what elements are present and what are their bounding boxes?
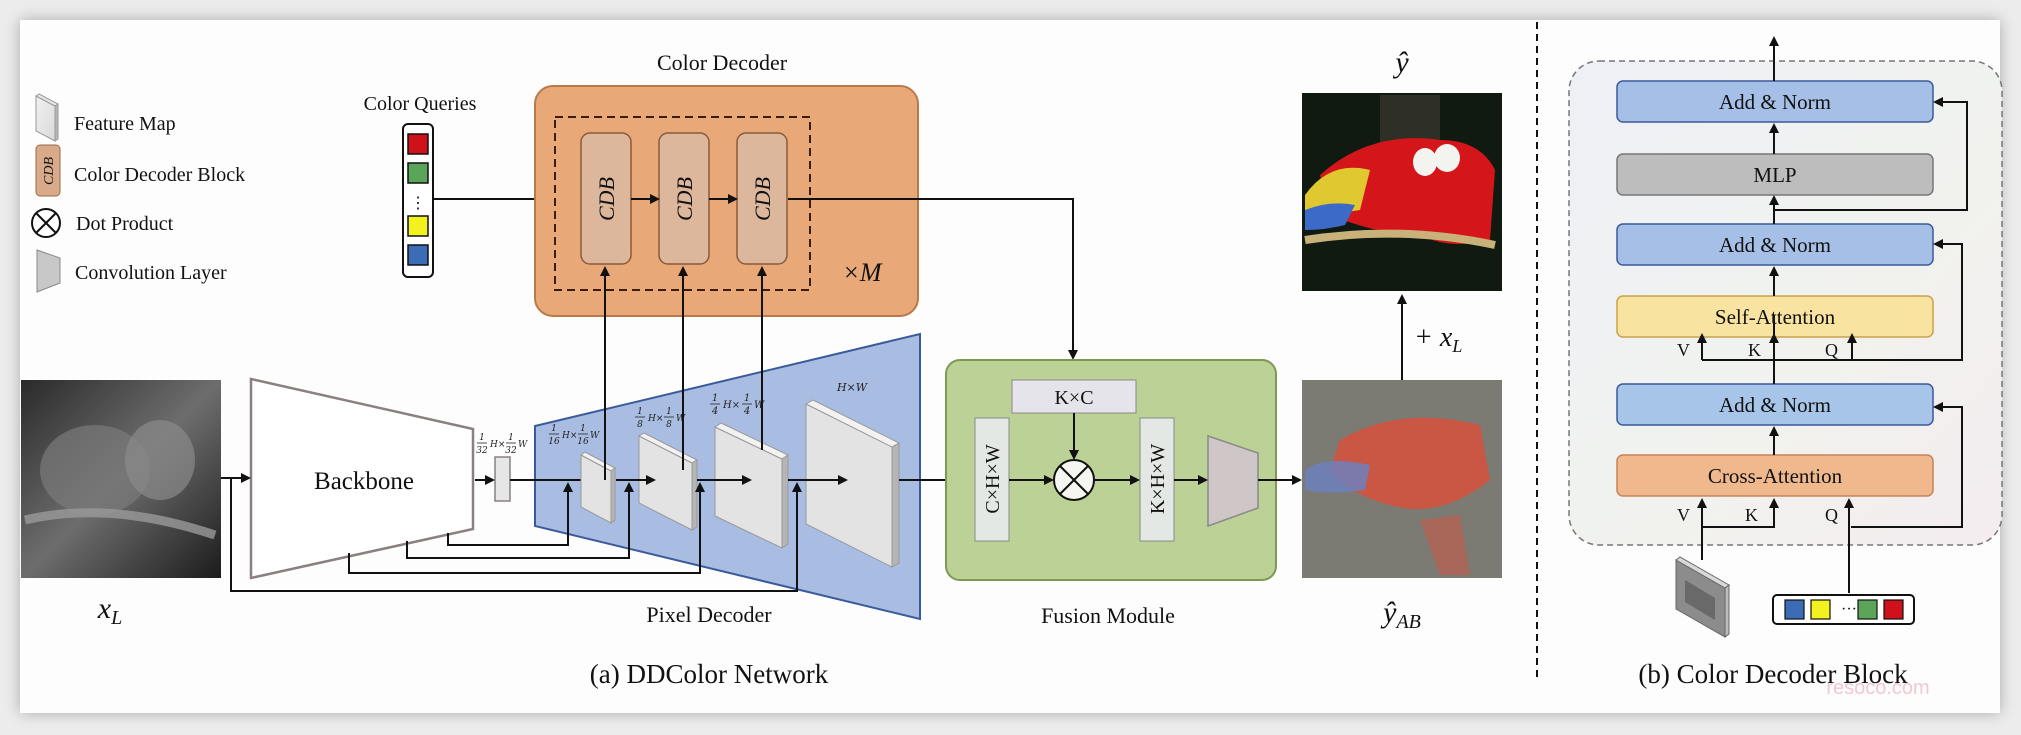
watermark: resoco.com xyxy=(1826,677,1929,699)
cdb-detail-label: MLP xyxy=(1753,163,1796,187)
chw-label: C×H×W xyxy=(982,444,1004,513)
svg-text:4: 4 xyxy=(743,406,750,417)
backbone: Backbone xyxy=(221,377,475,580)
color-query-swatch xyxy=(1883,599,1904,620)
output-y-ab: ŷAB xyxy=(1302,380,1502,633)
svg-text:W: W xyxy=(676,414,686,424)
kc-label: K×C xyxy=(1054,387,1093,409)
color-queries-ellipsis: ⋮ xyxy=(410,195,426,212)
caption-a: (a) DDColor Network xyxy=(590,659,829,689)
plus-xl-label: + xL xyxy=(1414,322,1462,356)
convolution-layer-icon xyxy=(36,249,61,293)
color-queries-row-ellipsis: ··· xyxy=(1841,601,1857,618)
cdb-detail-cross-attention: Cross-Attention xyxy=(1616,454,1934,497)
color-queries-title: Color Queries xyxy=(364,93,477,115)
color-query-swatch xyxy=(1810,599,1831,620)
svg-text:W: W xyxy=(754,400,765,411)
ddcolor-figure: Feature Map CDB Color Decoder Block Dot … xyxy=(21,22,2003,699)
legend-item-cdb: CDB Color Decoder Block xyxy=(35,144,245,197)
cdb-block-label: CDB xyxy=(672,177,697,221)
cdb-block-3: CDB xyxy=(736,132,788,265)
y-hat-label: ŷ xyxy=(1392,46,1409,79)
svg-text:1: 1 xyxy=(637,407,643,417)
cross-attn-k-label: K xyxy=(1745,505,1758,525)
input-image-xl: xL xyxy=(21,380,221,629)
cdb-block-label: CDB xyxy=(750,177,775,221)
repeat-m-label: ×M xyxy=(842,258,883,287)
svg-text:1: 1 xyxy=(508,433,514,443)
cdb-icon-text: CDB xyxy=(42,157,57,185)
svg-text:H×: H× xyxy=(647,414,663,424)
legend: Feature Map CDB Color Decoder Block Dot … xyxy=(31,93,245,293)
color-query-swatch xyxy=(407,162,429,184)
pixel-decoder-label: Pixel Decoder xyxy=(646,602,772,627)
fusion-module-label: Fusion Module xyxy=(1041,603,1175,628)
color-decoder: Color Decoder CDB CDB CDB ×M xyxy=(534,50,1078,360)
legend-label: Dot Product xyxy=(76,213,174,235)
cdb-detail-label: Add & Norm xyxy=(1719,233,1831,257)
svg-text:16: 16 xyxy=(577,437,589,447)
scale-label: 132H×132W xyxy=(476,433,528,456)
color-query-swatch xyxy=(407,244,429,266)
feature-map-1-32 xyxy=(494,456,511,502)
cross-attn-v-label: V xyxy=(1677,505,1690,525)
cdb-detail-label: Self-Attention xyxy=(1715,305,1836,329)
cdb-detail-label: Add & Norm xyxy=(1719,90,1831,114)
khw-label: K×H×W xyxy=(1147,444,1169,514)
output-y-hat: ŷ xyxy=(1302,46,1502,291)
svg-text:1: 1 xyxy=(744,393,750,404)
svg-text:H×: H× xyxy=(722,400,740,411)
svg-text:4: 4 xyxy=(711,406,718,417)
cdb-detail-add-norm-top: Add & Norm xyxy=(1616,80,1934,123)
y-ab-label: ŷAB xyxy=(1380,596,1421,633)
svg-text:16: 16 xyxy=(548,437,560,447)
svg-text:1: 1 xyxy=(580,424,586,434)
input-label: xL xyxy=(97,592,122,629)
legend-label: Color Decoder Block xyxy=(74,164,245,186)
color-query-swatch xyxy=(407,133,429,155)
cdb-detail-label: Cross-Attention xyxy=(1708,464,1843,488)
legend-item-convolution: Convolution Layer xyxy=(36,249,227,293)
svg-text:1: 1 xyxy=(712,393,718,404)
legend-item-feature-map: Feature Map xyxy=(35,93,176,142)
cdb-block-2: CDB xyxy=(658,132,710,265)
feature-map-icon xyxy=(35,93,59,142)
svg-text:H×: H× xyxy=(561,431,577,441)
fusion-module: K×C C×H×W K×H×W Fusion Module xyxy=(945,359,1302,628)
cdb-detail-mlp: MLP xyxy=(1616,153,1934,196)
legend-label: Feature Map xyxy=(74,113,176,135)
self-attn-v-label: V xyxy=(1677,340,1690,360)
self-attn-q-label: Q xyxy=(1825,340,1838,360)
color-query-swatch xyxy=(407,215,429,237)
self-attn-k-label: K xyxy=(1748,340,1761,360)
backbone-label: Backbone xyxy=(314,468,414,495)
cdb-detail-add-norm-mid: Add & Norm xyxy=(1616,223,1934,266)
legend-item-dot-product: Dot Product xyxy=(31,208,174,238)
svg-text:32: 32 xyxy=(476,446,488,456)
dot-product-icon xyxy=(31,208,61,238)
svg-text:W: W xyxy=(518,440,528,450)
svg-text:1: 1 xyxy=(666,407,672,417)
scale-label-full: H×W xyxy=(836,381,869,394)
cdb-detail: Add & Norm MLP Add & Norm Self-Attention Add… xyxy=(1568,36,2003,638)
svg-text:1: 1 xyxy=(551,424,557,434)
color-decoder-title: Color Decoder xyxy=(657,50,788,75)
svg-text:8: 8 xyxy=(666,420,672,430)
cdb-detail-add-norm-bottom: Add & Norm xyxy=(1616,383,1934,426)
cdb-block-1: CDB xyxy=(580,132,632,265)
svg-text:H×: H× xyxy=(489,440,505,450)
cdb-detail-label: Add & Norm xyxy=(1719,393,1831,417)
legend-label: Convolution Layer xyxy=(75,262,227,284)
svg-text:W: W xyxy=(590,431,600,441)
cdb-block-icon: CDB xyxy=(35,144,61,197)
svg-text:32: 32 xyxy=(505,446,517,456)
dot-product-icon xyxy=(1053,459,1095,501)
color-query-swatch xyxy=(1784,599,1805,620)
svg-text:8: 8 xyxy=(637,420,643,430)
feature-map-thumbnail xyxy=(1675,556,1730,638)
color-query-swatch xyxy=(1857,599,1878,620)
cdb-block-label: CDB xyxy=(594,177,619,221)
svg-text:1: 1 xyxy=(479,433,485,443)
cross-attn-q-label: Q xyxy=(1825,505,1838,525)
